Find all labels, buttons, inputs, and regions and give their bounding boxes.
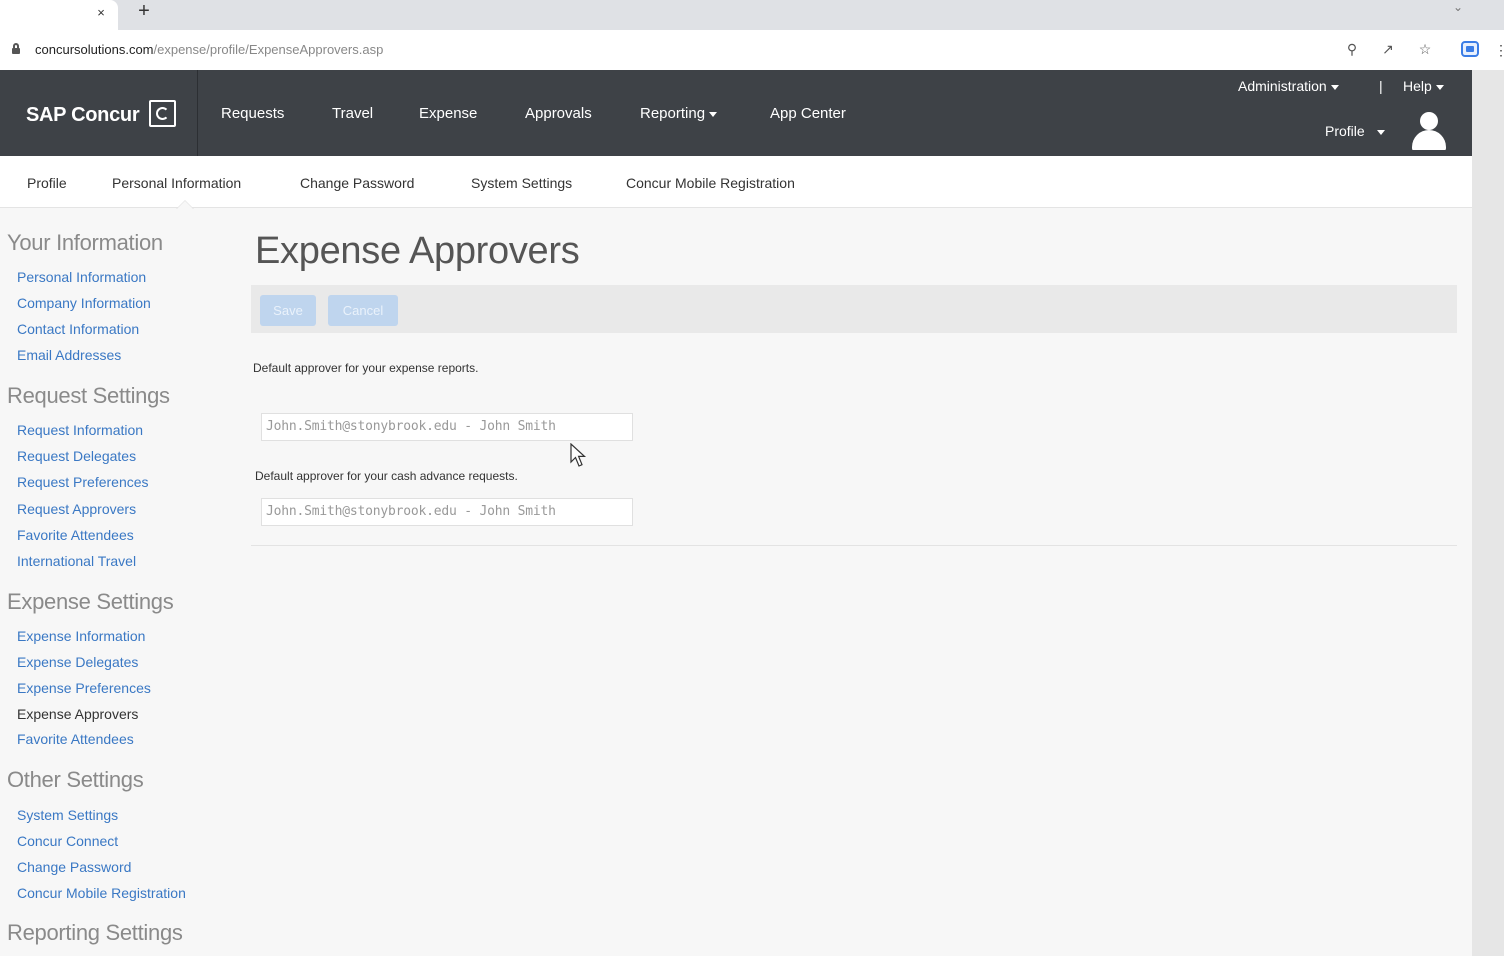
cancel-button[interactable]: Cancel bbox=[328, 295, 398, 326]
extension-icon[interactable] bbox=[1461, 41, 1479, 57]
section-request-settings: Request Settings bbox=[7, 383, 170, 408]
page-scroll-gutter[interactable] bbox=[1472, 70, 1504, 956]
nav-reporting-label: Reporting bbox=[640, 105, 706, 122]
caret-down-icon bbox=[1376, 129, 1385, 135]
url-text[interactable]: concursolutions.com/expense/profile/Expe… bbox=[35, 42, 383, 57]
caret-down-icon bbox=[1435, 84, 1444, 90]
cash-advance-approver-label: Default approver for your cash advance r… bbox=[255, 469, 518, 483]
subnav-profile[interactable]: Profile bbox=[27, 175, 67, 191]
section-other-settings: Other Settings bbox=[7, 767, 144, 792]
sidebar-link-change-password[interactable]: Change Password bbox=[17, 859, 131, 875]
sidebar-link-request-preferences[interactable]: Request Preferences bbox=[17, 474, 149, 490]
administration-menu[interactable]: Administration bbox=[1238, 78, 1339, 94]
sidebar-link-request-information[interactable]: Request Information bbox=[17, 422, 143, 438]
action-toolbar: Save Cancel bbox=[251, 285, 1457, 333]
tab-search-chevron-icon[interactable]: ⌄ bbox=[1449, 0, 1467, 18]
sidebar-link-international-travel[interactable]: International Travel bbox=[17, 553, 136, 569]
sidebar-link-expense-favorite-attendees[interactable]: Favorite Attendees bbox=[17, 731, 134, 747]
subnav-system-settings[interactable]: System Settings bbox=[471, 175, 572, 191]
save-button[interactable]: Save bbox=[260, 295, 316, 326]
profile-label: Profile bbox=[1325, 123, 1365, 139]
caret-down-icon bbox=[1330, 84, 1339, 90]
nav-requests[interactable]: Requests bbox=[221, 105, 284, 122]
sidebar-link-request-approvers[interactable]: Request Approvers bbox=[17, 501, 136, 517]
section-expense-settings: Expense Settings bbox=[7, 589, 174, 614]
concur-logo-icon[interactable] bbox=[149, 100, 176, 127]
browser-tab-strip: × + ⌄ bbox=[0, 0, 1504, 30]
subnav-concur-mobile-registration[interactable]: Concur Mobile Registration bbox=[626, 175, 795, 191]
sidebar-link-email-addresses[interactable]: Email Addresses bbox=[17, 347, 121, 363]
bookmark-star-icon[interactable]: ☆ bbox=[1416, 40, 1434, 58]
address-bar[interactable]: concursolutions.com/expense/profile/Expe… bbox=[0, 30, 1504, 70]
subnav-change-password[interactable]: Change Password bbox=[300, 175, 414, 191]
nav-approvals[interactable]: Approvals bbox=[525, 105, 592, 122]
lock-icon[interactable] bbox=[11, 43, 21, 55]
expense-approver-label: Default approver for your expense report… bbox=[253, 361, 479, 375]
sidebar-link-expense-information[interactable]: Expense Information bbox=[17, 628, 145, 644]
subnav-personal-information[interactable]: Personal Information bbox=[112, 175, 241, 191]
sidebar-link-contact-information[interactable]: Contact Information bbox=[17, 321, 139, 337]
sidebar-link-expense-approvers[interactable]: Expense Approvers bbox=[17, 706, 138, 722]
sidebar-link-expense-delegates[interactable]: Expense Delegates bbox=[17, 654, 138, 670]
caret-down-icon bbox=[709, 111, 718, 117]
page-title: Expense Approvers bbox=[255, 230, 580, 272]
nav-app-center[interactable]: App Center bbox=[770, 105, 846, 122]
nav-reporting[interactable]: Reporting bbox=[640, 105, 718, 122]
settings-sidebar: Your Information Personal Information Co… bbox=[0, 208, 240, 956]
close-tab-icon[interactable]: × bbox=[92, 4, 110, 22]
help-label: Help bbox=[1403, 78, 1432, 94]
profile-menu[interactable]: Profile bbox=[1325, 123, 1385, 139]
user-avatar-icon[interactable] bbox=[1410, 110, 1448, 150]
sidebar-link-request-delegates[interactable]: Request Delegates bbox=[17, 448, 136, 464]
sidebar-link-personal-information[interactable]: Personal Information bbox=[17, 269, 146, 285]
sidebar-link-request-favorite-attendees[interactable]: Favorite Attendees bbox=[17, 527, 134, 543]
sidebar-link-company-information[interactable]: Company Information bbox=[17, 295, 151, 311]
share-icon[interactable]: ↗ bbox=[1379, 40, 1397, 58]
nav-expense[interactable]: Expense bbox=[419, 105, 477, 122]
administration-label: Administration bbox=[1238, 78, 1327, 94]
nav-travel[interactable]: Travel bbox=[332, 105, 373, 122]
header-separator: | bbox=[1379, 78, 1383, 94]
sidebar-link-expense-preferences[interactable]: Expense Preferences bbox=[17, 680, 151, 696]
cash-advance-approver-field[interactable]: John.Smith@stonybrook.edu - John Smith bbox=[261, 498, 633, 526]
extensions-menu-icon[interactable]: ⋮ bbox=[1494, 42, 1504, 59]
sidebar-link-system-settings[interactable]: System Settings bbox=[17, 807, 118, 823]
sidebar-link-concur-connect[interactable]: Concur Connect bbox=[17, 833, 118, 849]
browser-tab[interactable]: × bbox=[0, 0, 118, 30]
section-reporting-settings: Reporting Settings bbox=[7, 920, 183, 945]
section-your-information: Your Information bbox=[7, 230, 163, 255]
main-content: Expense Approvers Save Cancel Default ap… bbox=[250, 208, 1460, 956]
brand-name[interactable]: SAP Concur bbox=[26, 104, 140, 127]
header-divider bbox=[197, 70, 198, 156]
new-tab-icon[interactable]: + bbox=[134, 1, 154, 22]
profile-subnav: Profile Personal Information Change Pass… bbox=[0, 156, 1472, 209]
app-header: SAP Concur Requests Travel Expense Appro… bbox=[0, 70, 1472, 156]
zoom-icon[interactable]: ⚲ bbox=[1343, 40, 1361, 58]
sidebar-link-concur-mobile-registration[interactable]: Concur Mobile Registration bbox=[17, 885, 186, 901]
expense-approver-field[interactable]: John.Smith@stonybrook.edu - John Smith bbox=[261, 413, 633, 441]
mouse-cursor-icon bbox=[570, 443, 587, 467]
content-divider bbox=[251, 545, 1457, 546]
help-menu[interactable]: Help bbox=[1403, 78, 1444, 94]
